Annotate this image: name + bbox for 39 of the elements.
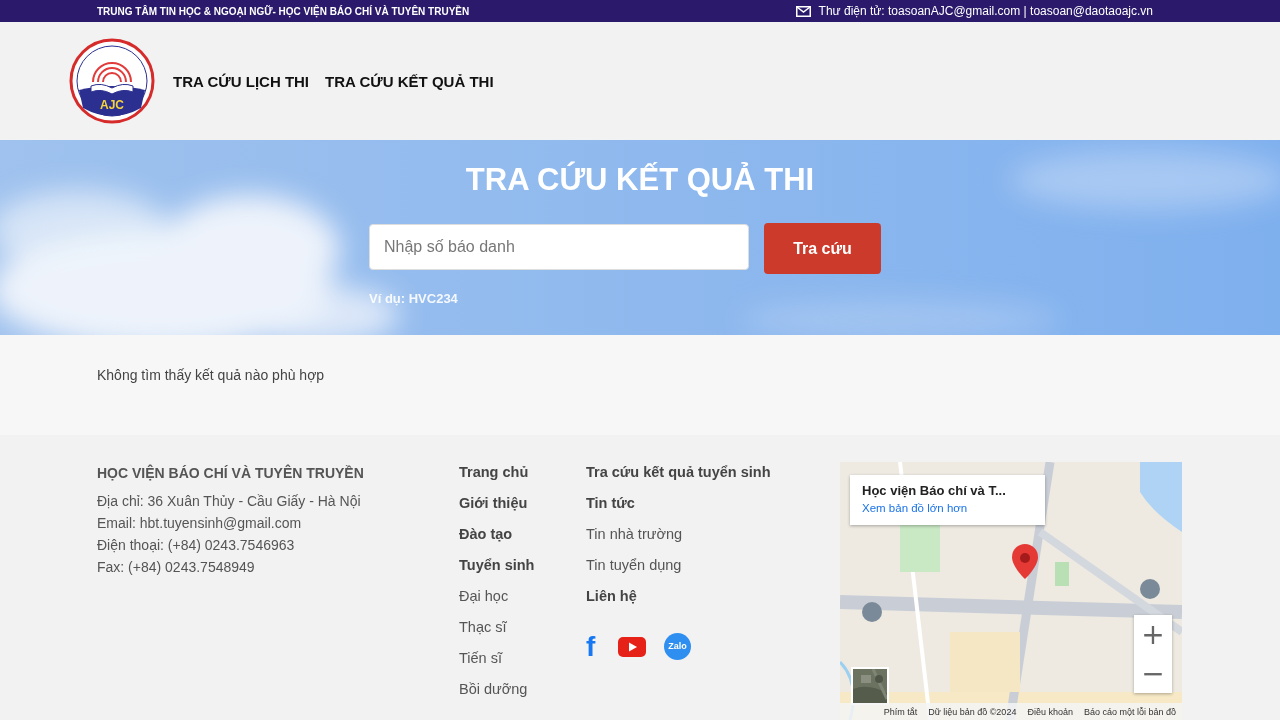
contact-line: Email: hbt.tuyensinh@gmail.com bbox=[97, 514, 302, 533]
search-button[interactable]: Tra cứu bbox=[764, 223, 881, 274]
map-attribution-link[interactable]: Dữ liệu bản đồ ©2024 bbox=[928, 706, 1017, 717]
example-hint: Ví dụ: HVC234 bbox=[369, 291, 458, 306]
footer-link[interactable]: Bồi dưỡng bbox=[459, 679, 528, 700]
larger-map-link[interactable]: Xem bản đồ lớn hơn bbox=[862, 501, 968, 515]
footer-link[interactable]: Đại học bbox=[459, 586, 509, 607]
contact-line: Điện thoại: (+84) 0243.7546963 bbox=[97, 536, 295, 555]
organization-name: HỌC VIỆN BÁO CHÍ VÀ TUYÊN TRUYỀN bbox=[97, 463, 364, 483]
map-attribution-link[interactable]: Phím tắt bbox=[883, 706, 918, 717]
footer-link[interactable]: Tin tức bbox=[586, 493, 635, 514]
zoom-in-button[interactable]: + bbox=[1134, 615, 1172, 654]
footer-link[interactable]: Tin tuyển dụng bbox=[586, 555, 682, 576]
nav-link[interactable]: TRA CỨU LỊCH THI bbox=[173, 72, 310, 90]
center-title: TRUNG TÂM TIN HỌC & NGOẠI NGỮ- HỌC VIỆN BÁO CHÍ VÀ TUYÊN TRUYỀN bbox=[97, 5, 470, 17]
map-attribution-link[interactable]: Điều khoản bbox=[1027, 706, 1073, 717]
footer-link[interactable]: Tin nhà trường bbox=[586, 524, 683, 545]
footer-link[interactable]: Tiến sĩ bbox=[459, 648, 502, 669]
map-attribution-link[interactable]: Báo cáo một lỗi bản đồ bbox=[1083, 706, 1176, 717]
contact-email: Thư điện tử: toasoanAJC@gmail.com | toasoan@daotaoajc.vn bbox=[818, 4, 1153, 18]
place-title: Học viện Báo chí và T... bbox=[862, 483, 1006, 498]
academy-logo[interactable]: AJC bbox=[69, 38, 155, 124]
footer-link[interactable]: Trang chủ bbox=[459, 462, 529, 483]
empty-message: Không tìm thấy kết quả nào phù hợp bbox=[97, 367, 325, 383]
facebook-icon[interactable]: f bbox=[586, 633, 600, 660]
search-field[interactable]: Nhập số báo danh bbox=[369, 224, 749, 270]
youtube-icon[interactable] bbox=[618, 636, 646, 657]
page-title: TRA CỨU KẾT QUẢ THI bbox=[464, 162, 816, 198]
footer-link[interactable]: Đào tạo bbox=[459, 524, 513, 545]
contact-line: Fax: (+84) 0243.7548949 bbox=[97, 558, 255, 577]
mail-icon bbox=[795, 5, 811, 17]
footer-link[interactable]: Thạc sĩ bbox=[459, 617, 507, 638]
footer-link[interactable]: Giới thiệu bbox=[459, 493, 528, 514]
nav-link[interactable]: TRA CỨU KẾT QUẢ THI bbox=[325, 72, 494, 90]
footer-link[interactable]: Tuyển sinh bbox=[459, 555, 535, 576]
footer-link[interactable]: Tra cứu kết quả tuyển sinh bbox=[586, 462, 771, 483]
zoom-out-button[interactable]: − bbox=[1134, 654, 1172, 693]
footer-link[interactable]: Liên hệ bbox=[586, 586, 637, 607]
contact-line: Địa chỉ: 36 Xuân Thủy - Cầu Giấy - Hà Nội bbox=[97, 492, 361, 511]
